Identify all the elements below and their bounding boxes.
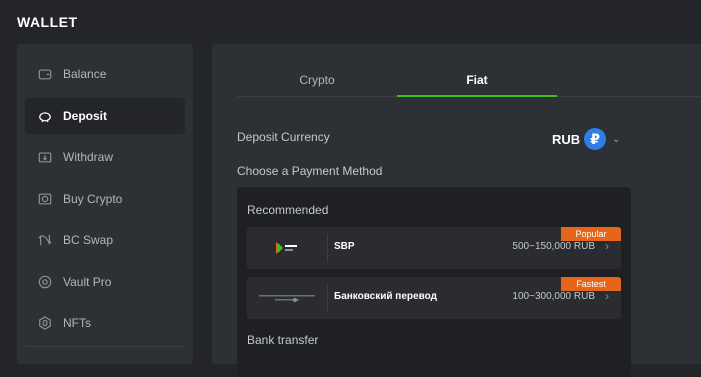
sidebar-item-label: Deposit (63, 109, 108, 123)
sidebar-item-label: Buy Crypto (63, 192, 123, 206)
currency-value: RUB (552, 131, 581, 147)
vault-icon (37, 274, 53, 290)
bank-logo (247, 277, 327, 319)
method-divider (327, 284, 328, 312)
chevron-right-icon: › (605, 289, 609, 303)
method-name: Банковский перевод (334, 291, 437, 302)
wallet-sidebar: Balance Deposit Withdraw Buy Crypto BC S… (17, 44, 193, 364)
sidebar-item-label: Withdraw (63, 150, 114, 164)
fastest-badge: Fastest (561, 277, 621, 291)
deposit-panel: Crypto Fiat Deposit Currency RUB ₽ ⌄ Cho… (212, 44, 701, 377)
sidebar-item-label: BC Swap (63, 233, 114, 247)
payment-method-label: Choose a Payment Method (237, 164, 383, 178)
chevron-down-icon: ⌄ (612, 133, 621, 145)
sidebar-item-nfts[interactable]: NFTs (25, 305, 185, 341)
method-divider (327, 234, 328, 262)
recommended-label: Recommended (247, 203, 329, 217)
sidebar-divider (25, 346, 185, 347)
currency-select[interactable]: RUB ₽ ⌄ (552, 128, 621, 150)
sidebar-item-balance[interactable]: Balance (25, 56, 185, 92)
tab-fiat[interactable]: Fiat (397, 64, 557, 96)
deposit-tabs: Crypto Fiat (237, 64, 701, 97)
bank-transfer-label: Bank transfer (247, 333, 319, 347)
withdraw-icon (37, 149, 53, 165)
chevron-right-icon: › (605, 239, 609, 253)
payment-method-bank-transfer[interactable]: Банковский перевод 100~300,000 RUB › Fas… (247, 277, 621, 319)
sidebar-item-deposit[interactable]: Deposit (25, 98, 185, 134)
sidebar-item-label: Vault Pro (63, 275, 112, 289)
sidebar-item-label: Balance (63, 67, 107, 81)
wallet-icon (37, 66, 53, 82)
payment-methods-box: Recommended SBP 500~150,000 RUB › Popula… (237, 187, 631, 377)
sbp-logo (247, 227, 327, 269)
payment-method-sbp[interactable]: SBP 500~150,000 RUB › Popular (247, 227, 621, 269)
active-tab-indicator (397, 95, 557, 97)
sidebar-item-withdraw[interactable]: Withdraw (25, 139, 185, 175)
popular-badge: Popular (561, 227, 621, 241)
method-name: SBP (334, 241, 355, 252)
rub-coin-icon: ₽ (584, 128, 607, 150)
nft-icon (37, 315, 53, 331)
piggy-bank-icon (37, 108, 53, 124)
tab-crypto[interactable]: Crypto (237, 64, 397, 96)
deposit-currency-label: Deposit Currency (237, 130, 330, 144)
method-range: 500~150,000 RUB (512, 241, 595, 252)
sidebar-item-bc-swap[interactable]: BC Swap (25, 222, 185, 258)
method-range: 100~300,000 RUB (512, 291, 595, 302)
sidebar-item-vault-pro[interactable]: Vault Pro (25, 264, 185, 300)
swap-icon (37, 232, 53, 248)
wallet-title: WALLET (17, 14, 78, 30)
sidebar-item-label: NFTs (63, 316, 91, 330)
buy-crypto-icon (37, 191, 53, 207)
sidebar-item-buy-crypto[interactable]: Buy Crypto (25, 181, 185, 217)
